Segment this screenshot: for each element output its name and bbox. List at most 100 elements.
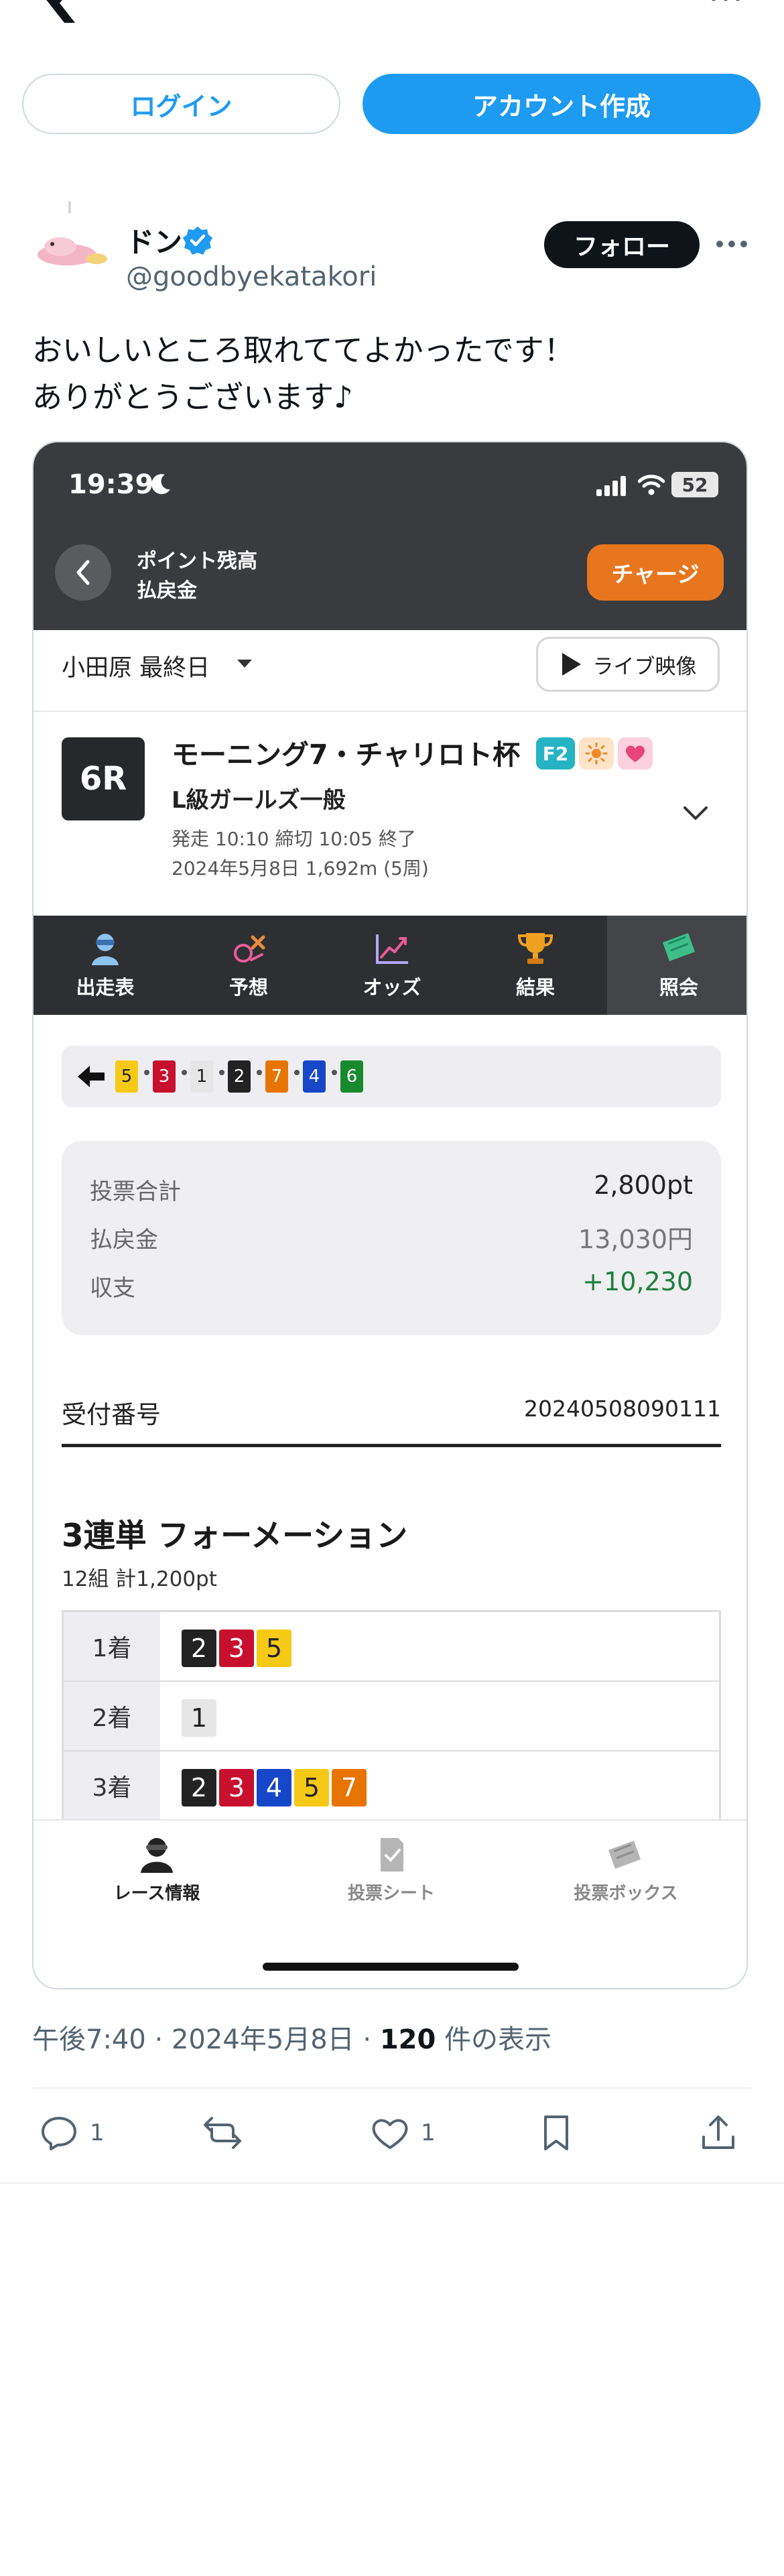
row-label: 1着 <box>64 1612 160 1680</box>
nav-label: 投票ボックス <box>574 1884 678 1904</box>
repost-icon <box>204 2117 241 2149</box>
repost-button[interactable] <box>202 2111 243 2154</box>
nav-race-info[interactable]: レース情報 <box>56 1835 257 1904</box>
chevron-down-icon[interactable] <box>682 804 709 822</box>
login-button[interactable]: ログイン <box>22 74 340 134</box>
x-logo-icon[interactable] <box>32 0 78 23</box>
table-row: 1着 235 <box>64 1612 719 1682</box>
more-horizontal-icon[interactable] <box>709 0 742 7</box>
receipt-number: 20240508090111 <box>524 1396 721 1422</box>
grade-badge: F2 <box>536 737 575 770</box>
race-time-info: 発走 10:10 締切 10:05 終了 <box>172 828 416 850</box>
receipt-label: 受付番号 <box>62 1400 161 1429</box>
tab-odds[interactable]: オッズ <box>320 916 464 1015</box>
payout-label: 払戻金 <box>137 579 197 603</box>
vote-sheet-icon <box>381 1838 403 1872</box>
order-chip: 7 <box>265 1060 288 1093</box>
user-handle[interactable]: @goodbyekatakori <box>126 261 377 292</box>
table-row: 2着 1 <box>64 1682 719 1752</box>
tab-entries[interactable]: 出走表 <box>34 916 177 1015</box>
bet-summary: 投票合計 2,800pt 払戻金 13,030円 収支 +10,230 <box>62 1141 721 1335</box>
bet-type-title: 3連単 フォーメーション <box>62 1518 408 1554</box>
order-separator-dot <box>219 1070 224 1075</box>
vote-box-icon <box>608 1841 641 1869</box>
race-class: L級ガールズ一般 <box>172 787 346 814</box>
bet-number-chip: 2 <box>182 1769 216 1806</box>
follow-button[interactable]: フォロー <box>544 221 700 268</box>
order-chip: 5 <box>115 1060 138 1093</box>
order-separator-dot <box>144 1070 149 1075</box>
nav-label: レース情報 <box>113 1884 200 1904</box>
nav-vote-box[interactable]: 投票ボックス <box>525 1835 726 1904</box>
bookmark-icon <box>544 2115 568 2150</box>
bet-number-chip: 7 <box>332 1769 367 1806</box>
charge-button[interactable]: チャージ <box>587 544 724 601</box>
reply-button[interactable]: 1 <box>39 2111 105 2154</box>
order-chip: 1 <box>190 1060 213 1093</box>
avatar[interactable] <box>32 201 111 280</box>
views-label: 件の表示 <box>444 2024 552 2055</box>
tab-label: 結果 <box>515 976 555 999</box>
divider <box>34 711 746 712</box>
tab-label: オッズ <box>363 976 421 999</box>
moon-icon <box>151 474 170 495</box>
bet-number-chip: 4 <box>257 1769 291 1806</box>
heart-icon <box>372 2119 408 2149</box>
nav-label: 投票シート <box>347 1884 435 1904</box>
tab-label: 予想 <box>228 976 268 999</box>
arrow-left-icon <box>78 1066 105 1087</box>
bet-number-chip: 3 <box>219 1769 254 1806</box>
bet-number-chip: 3 <box>219 1630 254 1667</box>
row-label: 3着 <box>64 1752 160 1820</box>
order-chip: 3 <box>153 1060 176 1093</box>
race-number-badge: 6R <box>62 737 145 820</box>
bet-count: 12組 計1,200pt <box>62 1567 217 1591</box>
tweet-time[interactable]: 午後7:40 <box>32 2024 146 2055</box>
reply-count: 1 <box>90 2120 105 2146</box>
reply-icon <box>42 2117 76 2150</box>
tab-results[interactable]: 結果 <box>464 916 607 1015</box>
bet-number-chip: 1 <box>182 1699 216 1737</box>
payout-label: 払戻金 <box>90 1227 158 1253</box>
race-tab-bar: 出走表 予想 オッズ 結果 照会 <box>34 916 746 1015</box>
signup-button[interactable]: アカウント作成 <box>363 74 761 134</box>
order-chip: 4 <box>303 1060 326 1093</box>
order-separator-dot <box>257 1070 262 1075</box>
more-horizontal-icon[interactable] <box>716 239 748 249</box>
bet-number-chip: 5 <box>294 1769 329 1806</box>
divider <box>62 1444 721 1447</box>
order-chip: 2 <box>228 1060 251 1093</box>
total-label: 投票合計 <box>90 1178 181 1205</box>
order-separator-dot <box>294 1070 300 1075</box>
user-name[interactable]: ドン <box>126 220 182 261</box>
morning-sun-icon <box>579 737 614 770</box>
rider-icon <box>92 934 119 965</box>
battery-level: 52 <box>671 472 718 497</box>
embedded-screenshot[interactable]: 19:39 52 ポイント残高 払戻金 0pt 表示する チャージ 小田原 最終… <box>32 441 748 1989</box>
bookmark-button[interactable] <box>536 2111 576 2154</box>
tab-inquiry[interactable]: 照会 <box>607 916 746 1015</box>
ticket-icon <box>663 933 695 961</box>
like-button[interactable]: 1 <box>370 2111 436 2154</box>
divider <box>32 2087 752 2089</box>
live-video-button[interactable]: ライブ映像 <box>536 637 720 692</box>
tab-label: 照会 <box>659 976 698 999</box>
caret-down-icon[interactable] <box>236 658 253 669</box>
home-indicator <box>263 1963 519 1971</box>
tweet-date[interactable]: 2024年5月8日 <box>172 2024 354 2055</box>
bet-number-chip: 2 <box>182 1630 216 1667</box>
back-button[interactable] <box>55 544 111 601</box>
race-info-icon <box>141 1838 173 1873</box>
view-count: 120 <box>379 2024 436 2055</box>
tab-label: 出走表 <box>76 976 135 999</box>
status-time: 19:39 <box>68 469 154 500</box>
tab-prediction[interactable]: 予想 <box>177 916 320 1015</box>
nav-vote-sheet[interactable]: 投票シート <box>291 1835 492 1904</box>
venue-select[interactable]: 小田原 最終日 <box>62 649 210 683</box>
bet-number-chip: 5 <box>257 1630 291 1667</box>
tweet-meta: 午後7:40 · 2024年5月8日 · 120 件の表示 <box>32 2018 551 2057</box>
share-button[interactable] <box>698 2111 738 2154</box>
payout-value: 13,030円 <box>578 1225 693 1254</box>
finish-order-strip: 5312746 <box>62 1046 721 1107</box>
meta-separator: · <box>154 2024 172 2055</box>
